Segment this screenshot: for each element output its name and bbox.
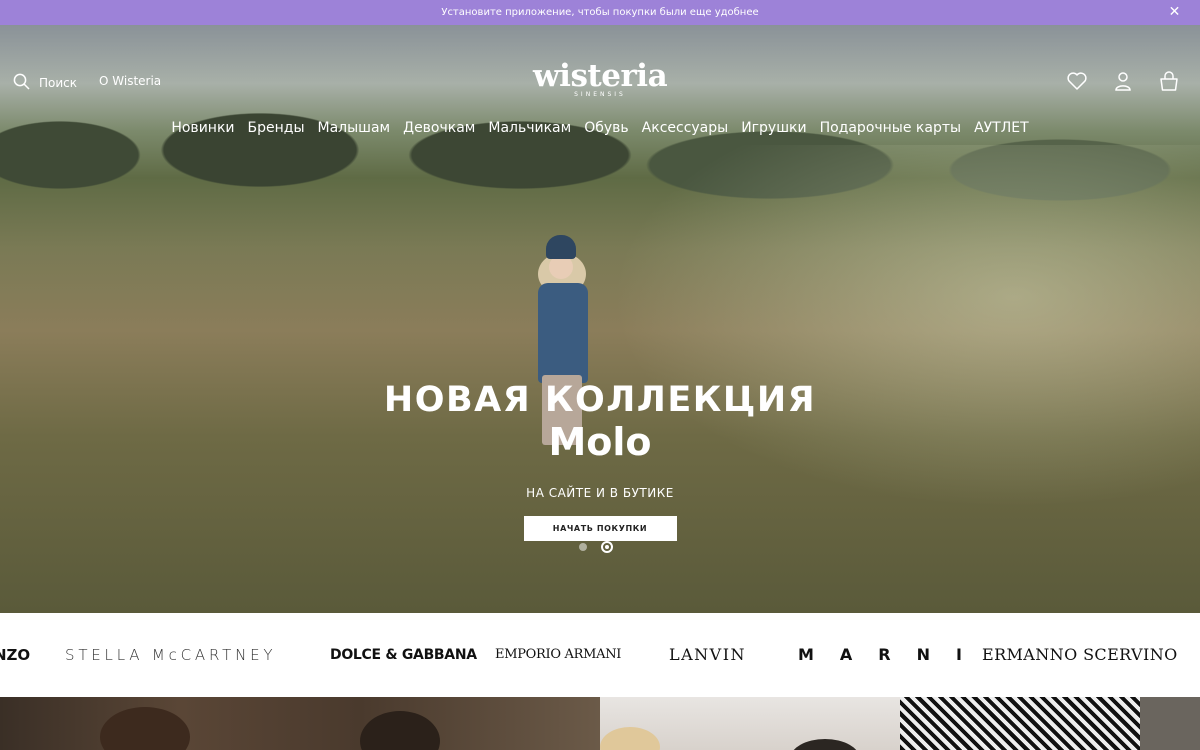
hero-content: НОВАЯ КОЛЛЕКЦИЯ Molo НА САЙТЕ И В БУТИКЕ… <box>0 380 1200 541</box>
brand-logo-stella-mccartney[interactable]: STELLA McCARTNEY <box>65 645 276 665</box>
hero-title: НОВАЯ КОЛЛЕКЦИЯ <box>383 380 817 420</box>
nav-item-boys[interactable]: Мальчикам <box>488 120 571 136</box>
logo-text: wisteria <box>533 58 668 94</box>
category-tile-image-edge <box>1140 697 1200 750</box>
heart-icon[interactable] <box>1066 70 1088 92</box>
site-header: Поиск О Wisteria wisteria SINENSIS Новин… <box>0 25 1200 136</box>
app-install-banner[interactable]: Установите приложение, чтобы покупки был… <box>0 0 1200 25</box>
search-label: Поиск <box>39 76 78 90</box>
about-link[interactable]: О Wisteria <box>99 74 161 88</box>
nav-item-accessories[interactable]: Аксессуары <box>642 120 729 136</box>
carousel-dot-1[interactable] <box>579 543 587 551</box>
brand-logo-marni[interactable]: MARNI <box>798 645 988 665</box>
header-actions <box>1066 70 1180 92</box>
nav-item-toys[interactable]: Игрушки <box>741 120 806 136</box>
hero-brand: Molo <box>548 420 652 464</box>
category-tile-image[interactable] <box>0 697 600 750</box>
nav-item-shoes[interactable]: Обувь <box>584 120 628 136</box>
search-icon <box>13 73 30 93</box>
brand-logo-emporio-armani[interactable]: EMPORIO ARMANI <box>495 645 621 665</box>
search-button[interactable]: Поиск <box>13 73 77 93</box>
nav-item-outlet[interactable]: АУТЛЕТ <box>974 120 1029 136</box>
nav-item-girls[interactable]: Девочкам <box>403 120 475 136</box>
bag-icon[interactable] <box>1158 70 1180 92</box>
banner-text: Установите приложение, чтобы покупки был… <box>441 7 759 18</box>
main-navigation: Новинки Бренды Малышам Девочкам Мальчика… <box>0 120 1200 136</box>
nav-item-babies[interactable]: Малышам <box>318 120 391 136</box>
close-icon[interactable]: ✕ <box>1167 5 1182 20</box>
brands-strip: NZO STELLA McCARTNEY DOLCE & GABBANA EMP… <box>0 613 1200 697</box>
nav-item-new[interactable]: Новинки <box>171 120 234 136</box>
brand-logo-lanvin[interactable]: LANVIN <box>669 645 746 665</box>
brand-logo-kenzo[interactable]: NZO <box>0 645 30 665</box>
brand-logo-dolce-gabbana[interactable]: DOLCE & GABBANA <box>330 645 477 665</box>
nav-item-brands[interactable]: Бренды <box>248 120 305 136</box>
hero-subtitle: НА САЙТЕ И В БУТИКЕ <box>526 486 674 500</box>
category-tiles <box>0 697 1200 750</box>
start-shopping-button[interactable]: НАЧАТЬ ПОКУПКИ <box>523 516 677 541</box>
site-logo[interactable]: wisteria SINENSIS <box>533 58 668 98</box>
carousel-dot-2-active[interactable] <box>601 541 613 553</box>
carousel-dots <box>579 541 613 553</box>
user-icon[interactable] <box>1112 70 1134 92</box>
brand-logo-ermanno-scervino[interactable]: ERMANNO SCERVINO <box>982 645 1178 665</box>
nav-item-gift-cards[interactable]: Подарочные карты <box>820 120 961 136</box>
